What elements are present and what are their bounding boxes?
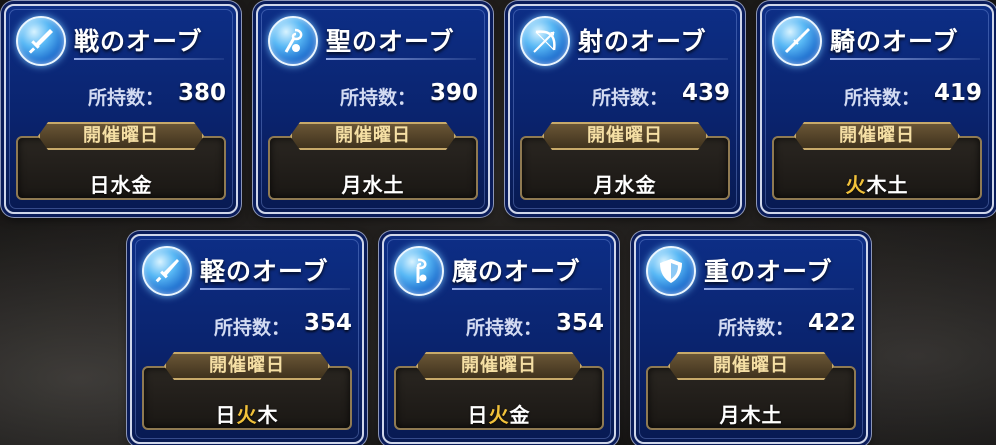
day: 水 [362,173,384,197]
orb-title: 軽のオーブ [200,257,329,286]
orb-card-staff[interactable]: 聖のオーブ 所持数： 390 開催曜日 月水土 [256,4,490,214]
day: 木 [257,403,279,427]
orb-icon-badge [16,16,66,66]
schedule-days: 月木土 [646,399,856,428]
day: 日 [467,403,489,427]
day: 月 [341,173,363,197]
count-label: 所持数： [591,87,668,109]
orb-icon-badge [142,246,192,296]
count-label: 所持数： [339,87,416,109]
orb-title: 魔のオーブ [452,257,581,286]
day: 土 [761,403,783,427]
day: 月 [593,173,615,197]
day: 木 [866,173,888,197]
count-label: 所持数： [213,317,290,339]
day: 水 [110,173,132,197]
orb-title: 重のオーブ [704,257,833,286]
count-value: 380 [177,80,226,106]
staff-icon [284,28,303,53]
day-highlight: 火 [845,173,867,197]
day: 金 [635,173,657,197]
title-divider [452,288,602,290]
count-label: 所持数： [717,317,794,339]
orb-card-bow[interactable]: 射のオーブ 所持数： 439 開催曜日 月水金 [508,4,742,214]
magic-staff-icon [416,258,427,283]
day: 木 [740,403,762,427]
count-label: 所持数： [843,87,920,109]
day: 金 [509,403,531,427]
schedule-days: 日火木 [142,399,352,428]
schedule-header: 開催曜日 [542,122,708,150]
schedule-header: 開催曜日 [416,352,582,380]
count-value: 439 [681,80,730,106]
schedule-header: 開催曜日 [164,352,330,380]
schedule-days: 日火金 [394,399,604,428]
orb-title: 戦のオーブ [74,27,203,56]
title-divider [326,58,476,60]
orb-icon-badge [520,16,570,66]
title-divider [578,58,728,60]
schedule-days: 月水金 [520,169,730,198]
dagger-icon [155,259,179,283]
day: 土 [887,173,909,197]
orb-icon-badge [394,246,444,296]
day: 土 [383,173,405,197]
count-value: 354 [303,310,352,336]
orb-card-dagger[interactable]: 軽のオーブ 所持数： 354 開催曜日 日火木 [130,234,364,444]
count-label: 所持数： [87,87,164,109]
orb-title: 騎のオーブ [830,27,959,56]
orb-icon-badge [772,16,822,66]
orb-card-sword[interactable]: 戦のオーブ 所持数： 380 開催曜日 日水金 [4,4,238,214]
count-value: 419 [933,80,982,106]
orb-card-lance[interactable]: 騎のオーブ 所持数： 419 開催曜日 火木土 [760,4,994,214]
day: 月 [719,403,741,427]
schedule-days: 日水金 [16,169,226,198]
schedule-header: 開催曜日 [668,352,834,380]
orb-icon-badge [646,246,696,296]
count-label: 所持数： [465,317,542,339]
shield-icon [660,259,682,283]
count-value: 354 [555,310,604,336]
schedule-header: 開催曜日 [290,122,456,150]
title-divider [704,288,854,290]
schedule-header: 開催曜日 [794,122,960,150]
title-divider [830,58,980,60]
sword-icon [28,29,53,54]
day-highlight: 火 [488,403,510,427]
day: 金 [131,173,153,197]
orb-card-magic[interactable]: 魔のオーブ 所持数： 354 開催曜日 日火金 [382,234,616,444]
day: 日 [215,403,237,427]
orb-icon-badge [268,16,318,66]
title-divider [74,58,224,60]
schedule-header: 開催曜日 [38,122,204,150]
day: 日 [89,173,111,197]
day-highlight: 火 [236,403,258,427]
count-value: 422 [807,310,856,336]
title-divider [200,288,350,290]
count-value: 390 [429,80,478,106]
schedule-days: 月水土 [268,169,478,198]
orb-title: 聖のオーブ [326,27,455,56]
bow-icon [533,30,556,53]
orb-title: 射のオーブ [578,27,707,56]
schedule-days: 火木土 [772,169,982,198]
lance-icon [784,28,810,54]
orb-card-shield[interactable]: 重のオーブ 所持数： 422 開催曜日 月木土 [634,234,868,444]
day: 水 [614,173,636,197]
